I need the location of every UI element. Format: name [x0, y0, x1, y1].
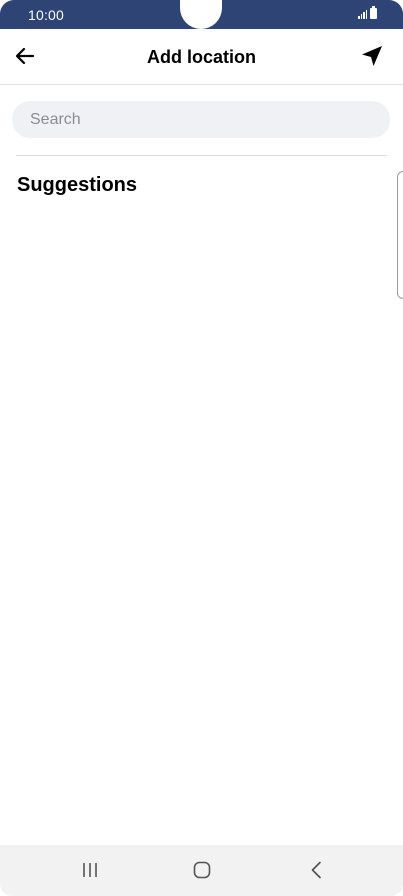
recents-icon	[83, 863, 97, 877]
navigation-arrow-icon	[362, 46, 382, 66]
divider	[16, 155, 387, 156]
page-title: Add location	[147, 47, 256, 67]
home-button[interactable]	[182, 855, 222, 885]
status-icons	[358, 6, 377, 19]
camera-notch	[180, 0, 222, 29]
nav-back-button[interactable]	[296, 855, 336, 885]
phone-screen: 10:00 Add location Suggestions	[0, 0, 403, 896]
recents-button[interactable]	[70, 855, 110, 885]
status-bar: 10:00	[0, 0, 403, 29]
status-time: 10:00	[28, 7, 65, 23]
battery-icon	[370, 6, 377, 19]
search-input[interactable]	[12, 101, 390, 138]
suggestions-heading: Suggestions	[17, 174, 138, 196]
signal-icon	[358, 8, 367, 19]
home-icon	[193, 861, 211, 879]
system-nav-bar	[0, 845, 403, 896]
back-icon	[311, 861, 321, 879]
current-location-button[interactable]	[359, 43, 385, 69]
edge-panel-handle[interactable]	[397, 171, 403, 299]
app-header: Add location	[0, 29, 403, 85]
